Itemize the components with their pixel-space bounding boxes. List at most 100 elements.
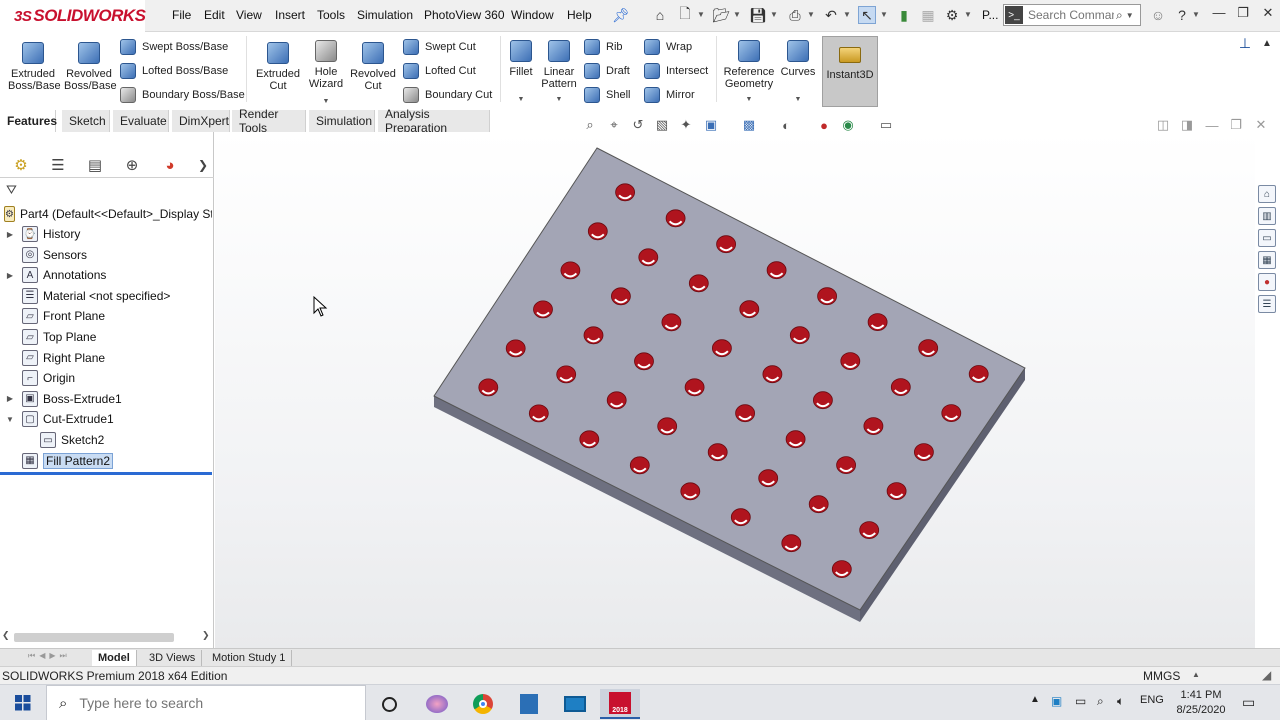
language-indicator[interactable]: ENG	[1140, 694, 1164, 706]
reference-geometry-button[interactable]: Reference Geometry ▼	[722, 40, 776, 106]
chevron-down-icon[interactable]: ▼	[1192, 10, 1200, 19]
intersect-button[interactable]: Intersect	[644, 61, 708, 81]
extruded-boss-button[interactable]: Extruded Boss/Base	[8, 42, 61, 92]
feature-tree-icon[interactable]: ⚙	[10, 154, 32, 176]
chevron-down-icon[interactable]: ▼	[304, 96, 348, 108]
tree-item[interactable]: ▭ Sketch2	[0, 430, 212, 450]
custom-properties-icon[interactable]: ☰	[1258, 295, 1276, 313]
scrollbar-thumb[interactable]	[14, 633, 174, 642]
linear-pattern-button[interactable]: Linear Pattern ▼	[540, 40, 578, 106]
wrap-button[interactable]: Wrap	[644, 37, 692, 57]
select-arrow-icon[interactable]: ↖	[858, 6, 876, 24]
tab-sketch[interactable]: Sketch	[62, 110, 110, 132]
chevron-up-icon[interactable]: ▲	[1258, 34, 1276, 52]
network-icon[interactable]: ▭	[1075, 694, 1086, 708]
print-icon[interactable]: ⎙	[786, 6, 804, 24]
filter-icon[interactable]: ⛛	[6, 182, 17, 198]
grid-icon[interactable]: ▦	[919, 6, 937, 24]
file-explorer-icon[interactable]: ▭	[1258, 229, 1276, 247]
display-manager-icon[interactable]: ◕	[159, 154, 181, 176]
taskbar-search-box[interactable]: ⌕	[46, 685, 366, 720]
chevron-right-icon[interactable]: ▶	[4, 394, 16, 403]
revolved-cut-button[interactable]: Revolved Cut	[349, 42, 397, 92]
horizontal-scrollbar[interactable]: ❮ ❯	[0, 630, 214, 644]
taskbar-clock[interactable]: 1:41 PM 8/25/2020	[1166, 688, 1236, 718]
search-icon[interactable]: ⌕	[1116, 8, 1123, 23]
tab-dimxpert[interactable]: DimXpert	[172, 110, 230, 132]
chevron-down-icon[interactable]: ▼	[722, 94, 776, 106]
taskbar-app-solidworks[interactable]: 2018	[600, 689, 640, 719]
restore-icon[interactable]: ❐	[1232, 5, 1254, 25]
chevron-down-icon[interactable]: ▼	[770, 10, 778, 19]
tree-item[interactable]: ☰ Material <not specified>	[0, 286, 212, 306]
dimxpert-manager-icon[interactable]: ⊕	[121, 154, 143, 176]
design-library-icon[interactable]: ▥	[1258, 207, 1276, 225]
graphics-area[interactable]	[215, 132, 1255, 650]
chevron-left-icon[interactable]: ❮	[2, 630, 10, 641]
curves-button[interactable]: Curves ▼	[778, 40, 818, 106]
taskbar-app-editor[interactable]	[509, 689, 549, 719]
user-icon[interactable]: ☺	[1149, 6, 1167, 24]
chevron-down-icon[interactable]: ▼	[733, 10, 741, 19]
command-search[interactable]: >_ ⌕ ▼	[1003, 4, 1141, 26]
menu-file[interactable]: File	[172, 8, 191, 22]
toolbar-truncated-label[interactable]: P...	[982, 8, 998, 22]
swept-cut-button[interactable]: Swept Cut	[403, 37, 476, 57]
tab-model[interactable]: Model	[92, 650, 137, 666]
tree-item[interactable]: ⌐ Origin	[0, 368, 212, 388]
boundary-boss-button[interactable]: Boundary Boss/Base	[120, 85, 245, 105]
gear-icon[interactable]: ⚙	[943, 6, 961, 24]
tree-item[interactable]: ▱ Top Plane	[0, 327, 212, 347]
tree-item[interactable]: ▶ A Annotations	[0, 265, 212, 285]
part-model[interactable]	[215, 132, 1255, 650]
tree-item[interactable]: ▱ Front Plane	[0, 306, 212, 326]
view-palette-icon[interactable]: ▦	[1258, 251, 1276, 269]
extruded-cut-button[interactable]: Extruded Cut	[253, 42, 303, 92]
menu-photoview[interactable]: PhotoView 360	[424, 8, 505, 22]
tree-item[interactable]: ▼ ▢ Cut-Extrude1	[0, 409, 212, 429]
tab-nav-arrows-icon[interactable]: ⏮◀▶⏭	[28, 651, 71, 661]
chevron-right-icon[interactable]: ❯	[192, 154, 214, 176]
chevron-up-icon[interactable]: ▲	[1192, 670, 1200, 679]
menu-view[interactable]: View	[236, 8, 262, 22]
menu-simulation[interactable]: Simulation	[357, 8, 413, 22]
notification-icon[interactable]: ▭	[1242, 694, 1255, 711]
chevron-down-icon[interactable]: ▼	[505, 94, 537, 106]
chevron-up-icon[interactable]: ▲	[1030, 694, 1040, 705]
tab-features[interactable]: Features	[0, 110, 57, 132]
tree-item[interactable]: ▱ Right Plane	[0, 348, 212, 368]
tab-evaluate[interactable]: Evaluate	[113, 110, 169, 132]
chevron-down-icon[interactable]: ▼	[807, 10, 815, 19]
rib-button[interactable]: Rib	[584, 37, 623, 57]
chevron-down-icon[interactable]: ▼	[964, 10, 972, 19]
taskbar-app-snip[interactable]	[417, 689, 457, 719]
chevron-right-icon[interactable]: ❯	[202, 630, 210, 641]
menu-window[interactable]: Window	[511, 8, 554, 22]
menu-help[interactable]: Help	[567, 8, 592, 22]
fillet-button[interactable]: Fillet ▼	[505, 40, 537, 106]
mirror-button[interactable]: Mirror	[644, 85, 695, 105]
menu-tools[interactable]: Tools	[317, 8, 345, 22]
menu-insert[interactable]: Insert	[275, 8, 305, 22]
new-document-icon[interactable]: 🗋︎	[676, 5, 694, 24]
tray-app-icon[interactable]: ▣	[1051, 694, 1062, 708]
taskbar-app-chrome[interactable]	[463, 689, 503, 719]
tab-3d-views[interactable]: 3D Views	[143, 650, 203, 666]
plate-top-face[interactable]	[433, 147, 1026, 611]
tree-item[interactable]: ◎ Sensors	[0, 245, 212, 265]
instant3d-button[interactable]: Instant3D	[822, 36, 878, 107]
tab-motion-study[interactable]: Motion Study 1	[206, 650, 293, 666]
save-icon[interactable]: 💾︎	[749, 6, 767, 24]
taskbar-app-terminal[interactable]	[555, 689, 595, 719]
units-selector[interactable]: MMGS	[1143, 669, 1180, 683]
start-button[interactable]	[0, 685, 46, 720]
undo-icon[interactable]: ↶	[822, 6, 840, 24]
swept-boss-button[interactable]: Swept Boss/Base	[120, 37, 228, 57]
open-folder-icon[interactable]: 📂︎	[712, 6, 730, 24]
chevron-down-icon[interactable]: ▼	[697, 10, 705, 19]
tab-analysis-preparation[interactable]: Analysis Preparation	[378, 107, 490, 135]
tab-render-tools[interactable]: Render Tools	[232, 107, 306, 135]
chevron-right-icon[interactable]: ▶	[4, 271, 16, 280]
solidworks-logo[interactable]: 3S SOLIDWORKS	[0, 0, 146, 32]
axis-triad-icon[interactable]: ⊥	[1236, 34, 1254, 52]
